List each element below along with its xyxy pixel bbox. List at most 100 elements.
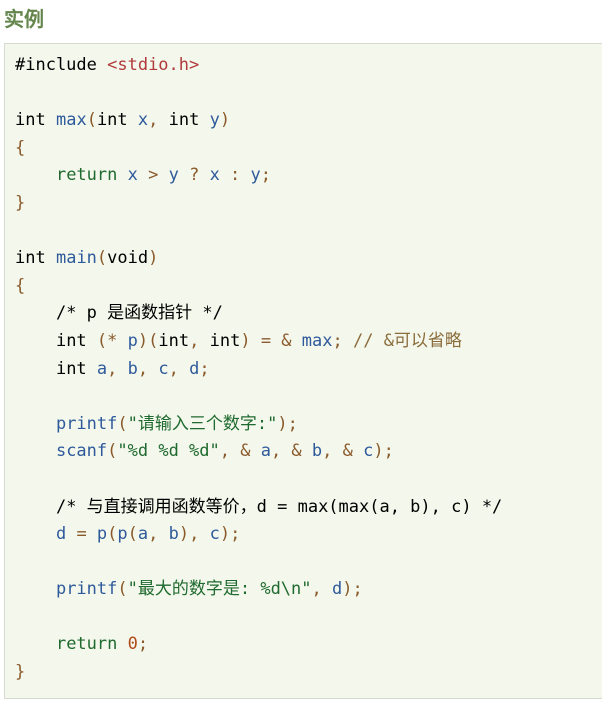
- code-token: max: [55, 110, 87, 131]
- code-line: d = p(p(a, b), c);: [15, 521, 502, 549]
- code-line: /* p 是函数指针 */: [15, 300, 502, 328]
- code-token: d: [55, 524, 67, 545]
- code-line: {: [15, 273, 502, 301]
- code-example-box: #include <stdio.h> int max(int x, int y)…: [4, 43, 602, 699]
- code-token: (: [96, 330, 108, 351]
- code-line: int main(void): [15, 245, 502, 273]
- code-token: );: [373, 441, 394, 462]
- code-token: (: [96, 248, 108, 269]
- code-token: int: [168, 110, 200, 131]
- code-token: max: [301, 330, 333, 351]
- code-token: d: [189, 358, 200, 379]
- code-token: }: [15, 192, 26, 213]
- code-token: 0: [127, 634, 138, 655]
- code-token: /* p 是函数指针 */: [55, 303, 223, 324]
- code-token: ,: [168, 358, 190, 379]
- code-token: main: [55, 248, 97, 269]
- code-token: y: [209, 110, 220, 131]
- code-token: ): [219, 110, 231, 131]
- code-token: ): [240, 330, 251, 351]
- code-line: int (* p)(int, int) = & max; // &可以省略: [15, 328, 502, 356]
- code-token: = &: [250, 330, 302, 351]
- code-token: "请输入三个数字:": [127, 413, 278, 434]
- code-line: return 0;: [15, 631, 502, 659]
- code-token: b: [311, 441, 323, 462]
- code-token: int: [15, 110, 46, 131]
- code-token: a: [96, 358, 108, 379]
- code-line: int max(int x, int y): [15, 107, 502, 135]
- code-token: *: [107, 330, 118, 351]
- code-token: ): [148, 248, 159, 269]
- code-token: x: [127, 165, 138, 186]
- code-line: {: [15, 135, 502, 163]
- code-line: printf("最大的数字是: %d\n", d);: [15, 576, 502, 604]
- code-token: /* 与直接调用函数等价，d = max(max(a, b), c) */: [55, 496, 503, 517]
- code-token: ;: [137, 634, 149, 655]
- code-token: y: [250, 165, 261, 186]
- code-line: #include <stdio.h>: [15, 52, 502, 80]
- code-token: (: [107, 441, 118, 462]
- code-token: =: [66, 524, 97, 545]
- code-token: ,: [189, 330, 200, 351]
- code-token: :: [219, 165, 251, 186]
- example-heading: 实例: [4, 7, 44, 31]
- code-token: ),: [178, 524, 210, 545]
- code-token: y: [168, 165, 179, 186]
- code-token: {: [15, 275, 26, 296]
- code-token: int: [55, 358, 87, 379]
- code-token: );: [219, 524, 241, 545]
- code-token: c: [209, 524, 220, 545]
- code-token: d: [332, 579, 343, 600]
- code-token: ,: [148, 110, 159, 131]
- code-token: a: [260, 441, 271, 462]
- code-token: }: [15, 662, 26, 683]
- code-token: p: [117, 524, 128, 545]
- code-token: void: [107, 248, 149, 269]
- code-token: return: [55, 634, 118, 655]
- code-token: ;: [260, 165, 272, 186]
- code-token: <stdio.h>: [107, 55, 200, 75]
- code-token: int: [55, 330, 87, 351]
- code-token: ;: [332, 330, 343, 351]
- code-token: a: [137, 524, 149, 545]
- code-token: >: [137, 165, 169, 186]
- code-token: , &: [270, 441, 312, 462]
- code-token: {: [15, 137, 26, 158]
- code-token: p: [96, 524, 108, 545]
- code-token: return: [55, 165, 118, 186]
- code-token: (: [127, 524, 138, 545]
- code-token: c: [158, 358, 169, 379]
- code-token: ,: [137, 358, 159, 379]
- code-token: );: [277, 413, 298, 434]
- code-token: x: [137, 110, 149, 131]
- code-token: );: [342, 579, 363, 600]
- code-token: ,: [148, 524, 169, 545]
- code-token: int: [209, 330, 241, 351]
- code-token: ?: [178, 165, 210, 186]
- code-token: (: [107, 524, 118, 545]
- code-token: (: [117, 579, 128, 600]
